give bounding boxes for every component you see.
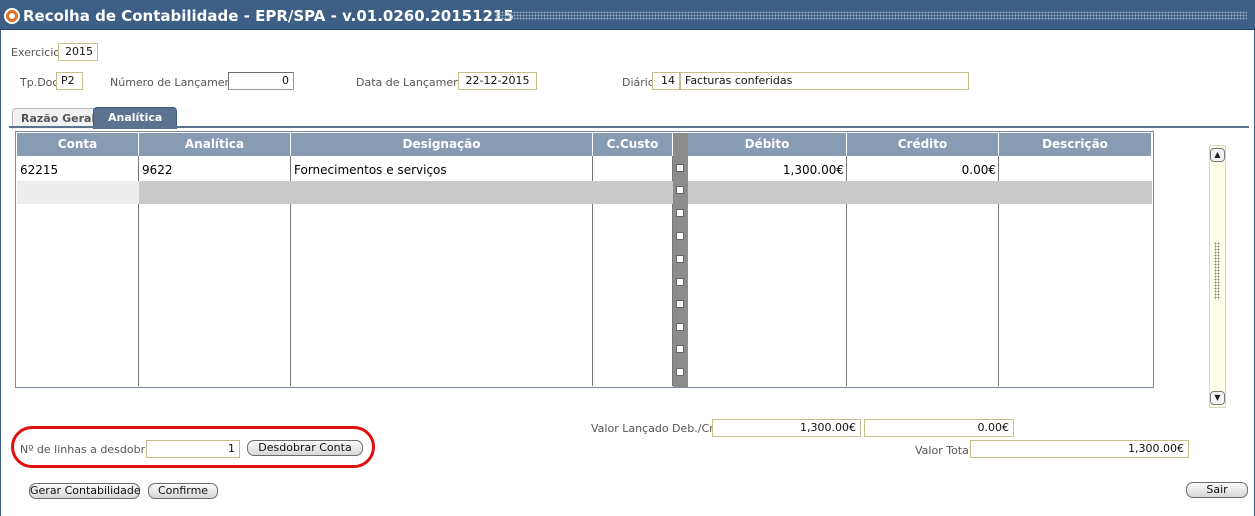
row-checkbox[interactable]	[676, 186, 684, 194]
row-checkbox[interactable]	[676, 255, 684, 263]
valor-lancado-debito-field: 1,300.00€	[712, 419, 861, 437]
cell-debito[interactable]: 1,300.00€	[688, 160, 847, 180]
column-header-credito: Crédito	[847, 133, 999, 156]
window-title: Recolha de Contabilidade - EPR/SPA - v.0…	[23, 7, 514, 25]
column-header-conta: Conta	[17, 133, 139, 156]
row-checkbox[interactable]	[676, 209, 684, 217]
table-row-selected-right[interactable]	[688, 181, 1152, 204]
cell-credito[interactable]: 0.00€	[847, 160, 999, 180]
sair-button[interactable]: Sair	[1186, 482, 1248, 498]
desdobrar-lines-field[interactable]: 1	[146, 440, 240, 458]
row-checkbox[interactable]	[676, 368, 684, 376]
cell-designacao[interactable]: Fornecimentos e serviços	[291, 160, 591, 180]
diario-code-field[interactable]: 14	[652, 72, 680, 90]
row-checkbox[interactable]	[676, 278, 684, 286]
row-checkbox[interactable]	[676, 300, 684, 308]
valor-lancado-credito-field: 0.00€	[864, 419, 1014, 437]
scroll-up-icon[interactable]: ▲	[1210, 148, 1225, 162]
row-checkbox[interactable]	[676, 164, 684, 172]
data-lancamento-field[interactable]: 22-12-2015	[458, 72, 537, 90]
column-header-designacao: Designação	[291, 133, 593, 156]
app-logo-icon	[4, 8, 20, 24]
numero-lancamento-label: Número de Lançamento:	[110, 76, 247, 89]
exercicio-field[interactable]: 2015	[58, 43, 98, 61]
cell-conta[interactable]: 62215	[17, 160, 137, 180]
row-checkbox[interactable]	[676, 232, 684, 240]
numero-lancamento-field[interactable]: 0	[228, 72, 294, 90]
valor-lancado-label: Valor Lançado Deb./Cre.	[591, 422, 724, 435]
cell-descricao[interactable]	[999, 160, 1152, 180]
tab-underline	[9, 126, 1249, 128]
cell-ccusto[interactable]	[593, 160, 671, 180]
tpdoc-field[interactable]: P2	[56, 72, 83, 90]
row-checkbox[interactable]	[676, 323, 684, 331]
column-header-debito: Débito	[688, 133, 847, 156]
column-header-analitica: Analítica	[139, 133, 291, 156]
cell-analitica[interactable]: 9622	[139, 160, 289, 180]
table-row-empty[interactable]	[17, 181, 139, 204]
table-row-selected[interactable]	[139, 181, 673, 204]
desdobrar-conta-button[interactable]: Desdobrar Conta	[247, 440, 363, 456]
gerar-contabilidade-button[interactable]: Gerar Contabilidade	[29, 483, 141, 499]
title-bar-pattern	[495, 11, 1247, 20]
valor-total-label: Valor Total:	[915, 444, 976, 457]
column-header-descricao: Descrição	[999, 133, 1152, 156]
scrollbar-grip[interactable]	[1214, 242, 1220, 300]
scroll-down-icon[interactable]: ▼	[1210, 391, 1225, 405]
diario-name-field[interactable]: Facturas conferidas	[680, 72, 969, 90]
row-checkbox[interactable]	[676, 345, 684, 353]
exercicio-label: Exercicio	[11, 46, 61, 59]
desdobrar-label: Nº de linhas a desdobrar:	[20, 443, 160, 456]
valor-total-field: 1,300.00€	[970, 440, 1189, 458]
confirme-button[interactable]: Confirme	[148, 483, 218, 499]
column-header-ccusto: C.Custo	[593, 133, 673, 156]
